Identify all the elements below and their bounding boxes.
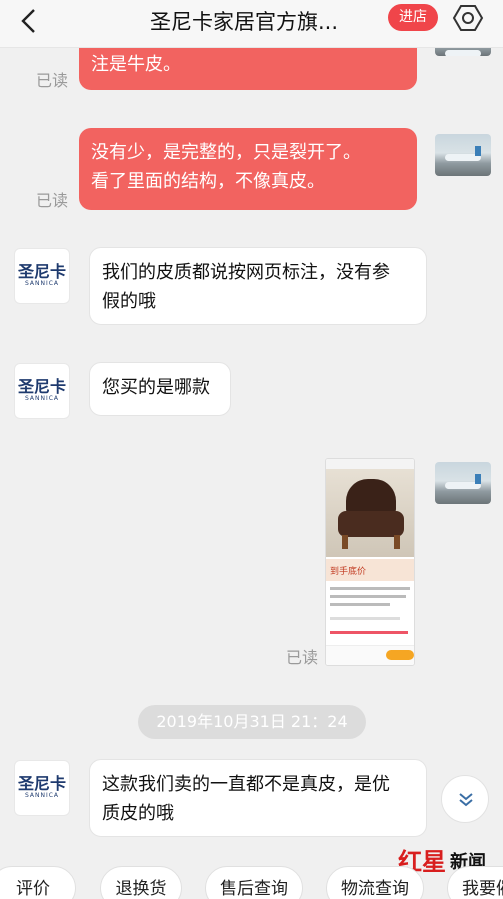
shop-logo-sub: SANNICA	[24, 792, 60, 799]
message-text-line: 质皮的哦	[102, 803, 174, 824]
shop-logo-sub: SANNICA	[24, 280, 60, 287]
shop-message-bubble[interactable]: 这款我们卖的一直都不是真皮，是优 质皮的哦	[89, 759, 427, 837]
quick-reply-aftersale[interactable]: 售后查询	[205, 866, 303, 899]
user-avatar[interactable]	[435, 462, 491, 504]
settings-icon[interactable]	[452, 4, 484, 32]
read-status: 已读	[36, 191, 69, 210]
message-text-line: 没有少，是完整的，只是裂开了。	[91, 142, 361, 163]
quick-reply-logistics[interactable]: 物流查询	[326, 866, 424, 899]
shop-avatar[interactable]: 圣尼卡 SANNICA	[14, 760, 70, 816]
product-image-message[interactable]: 到手底价	[325, 458, 415, 666]
shop-logo: 圣尼卡	[17, 377, 66, 396]
product-price-banner: 到手底价	[326, 559, 414, 581]
page-title: 圣尼卡家居官方旗...	[150, 10, 339, 34]
shop-logo: 圣尼卡	[17, 774, 66, 793]
user-message-bubble[interactable]: 没有少，是完整的，只是裂开了。 看了里面的结构，不像真皮。	[79, 128, 417, 210]
message-text-line: 我们的皮质都说按网页标注，没有参	[102, 262, 390, 283]
shop-message-bubble[interactable]: 您买的是哪款	[89, 362, 231, 416]
quick-reply-urge[interactable]: 我要催	[447, 866, 503, 899]
screenshot-status-bar	[326, 459, 414, 469]
message-text-line: 这款我们卖的一直都不是真皮，是优	[102, 774, 390, 795]
enter-shop-button[interactable]: 进店	[388, 4, 438, 31]
scroll-to-bottom-button[interactable]	[441, 775, 489, 823]
message-text-line: 假的哦	[102, 291, 156, 312]
shop-logo-sub: SANNICA	[24, 395, 60, 402]
read-status: 已读	[36, 71, 69, 90]
read-status: 已读	[286, 648, 319, 667]
message-text: 您买的是哪款	[102, 377, 210, 398]
user-message-bubble[interactable]: 注是牛皮。	[79, 42, 417, 90]
message-text: 注是牛皮。	[91, 54, 181, 75]
shop-avatar[interactable]: 圣尼卡 SANNICA	[14, 248, 70, 304]
quick-reply-review[interactable]: 评价	[0, 866, 76, 899]
message-timestamp: 2019年10月31日 21：24	[138, 705, 366, 739]
quick-reply-bar: 评价 退换货 售后查询 物流查询 我要催	[0, 866, 503, 899]
double-chevron-down-icon	[459, 793, 473, 807]
message-text-line: 看了里面的结构，不像真皮。	[91, 171, 325, 192]
product-card-footer	[326, 645, 414, 665]
user-avatar[interactable]	[435, 134, 491, 176]
chat-header: 圣尼卡家居官方旗... 进店	[0, 0, 503, 48]
shop-logo: 圣尼卡	[17, 262, 66, 281]
shop-message-bubble[interactable]: 我们的皮质都说按网页标注，没有参 假的哦	[89, 247, 427, 325]
chair-photo	[326, 469, 414, 557]
shop-avatar[interactable]: 圣尼卡 SANNICA	[14, 363, 70, 419]
back-arrow-icon[interactable]	[12, 4, 48, 40]
quick-reply-return[interactable]: 退换货	[100, 866, 182, 899]
chat-area: 注是牛皮。 已读 没有少，是完整的，只是裂开了。 看了里面的结构，不像真皮。 已…	[0, 0, 503, 899]
